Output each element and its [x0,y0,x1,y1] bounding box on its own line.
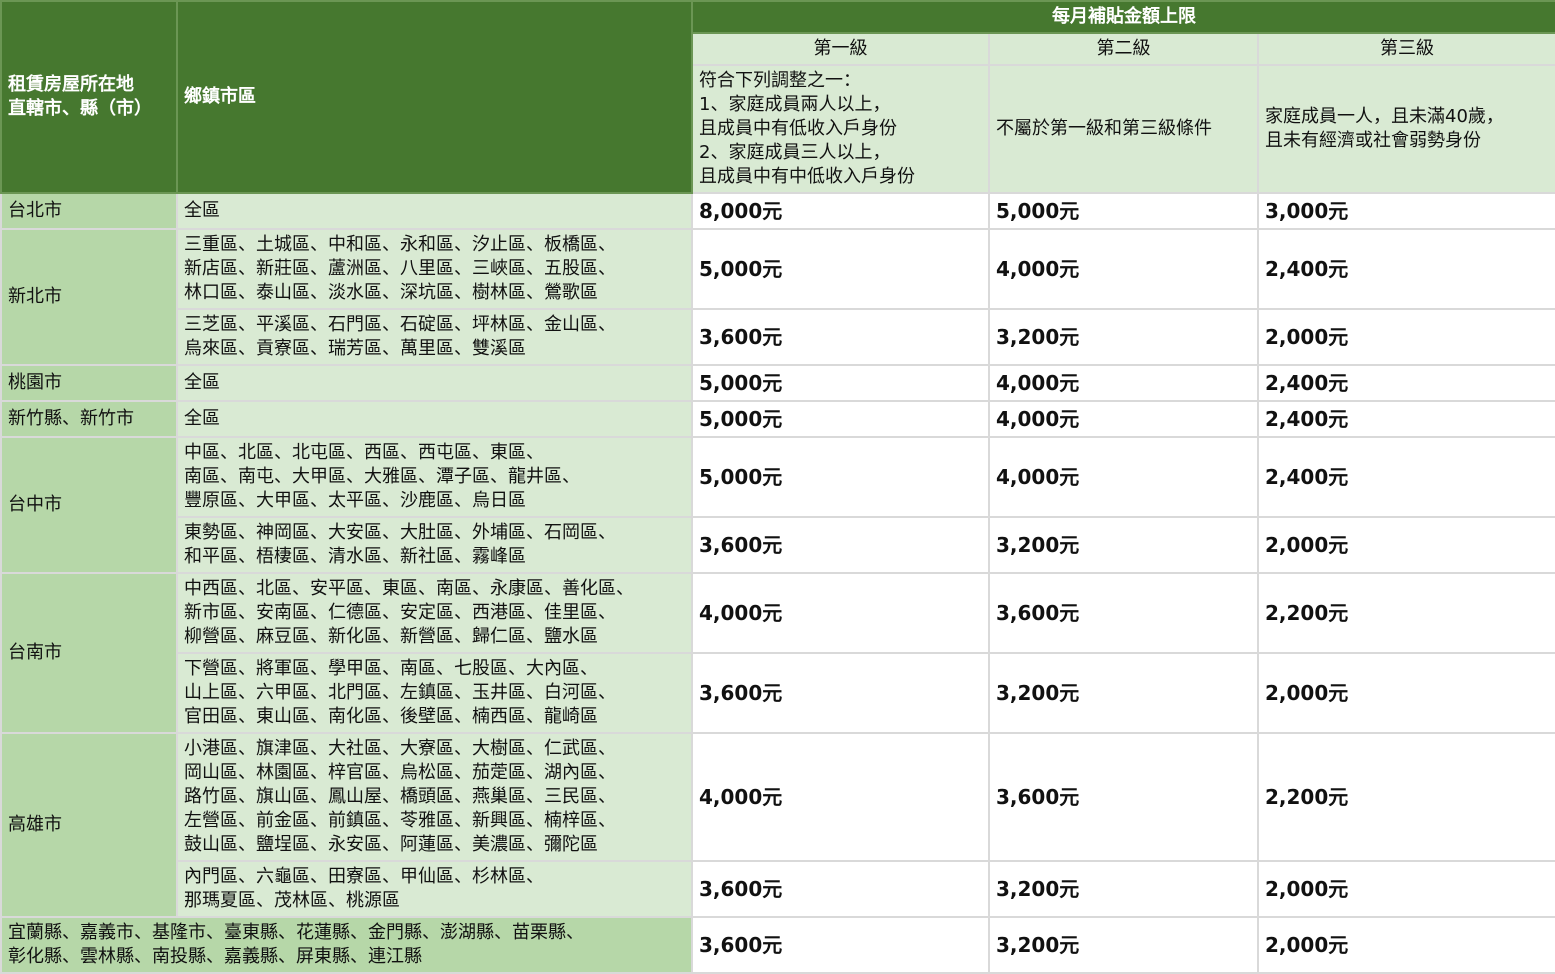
level-1-amount: 3,600元 [691,516,990,574]
level-2-amount: 4,000元 [988,364,1259,402]
rent-subsidy-table: 租賃房屋所在地 直轄市、縣（市） 鄉鎮市區 每月補貼金額上限 第一級 第二級 第… [0,0,1555,974]
level-1-amount: 3,600元 [691,308,990,366]
district-text: 小港區、旗津區、大社區、大寮區、大樹區、仁武區、 岡山區、林園區、梓官區、烏松區… [184,738,616,855]
level-3-desc-text: 家庭成員一人，且未滿40歲， 且未有經濟或社會弱勢身份 [1265,106,1504,151]
header-level-3: 第三級 [1256,32,1555,66]
district-text: 三芝區、平溪區、石門區、石碇區、坪林區、金山區、 烏來區、貢寮區、瑞芳區、萬里區… [184,314,616,359]
district-cell: 東勢區、神岡區、大安區、大肚區、外埔區、石岡區、 和平區、梧棲區、清水區、新社區… [176,516,693,574]
district-cell: 內門區、六龜區、田寮區、甲仙區、杉林區、 那瑪夏區、茂林區、桃源區 [176,860,693,918]
level-3-amount: 2,400元 [1256,400,1555,438]
level-1-amount: 5,000元 [691,400,990,438]
district-cell: 下營區、將軍區、學甲區、南區、七股區、大內區、 山上區、六甲區、北門區、左鎮區、… [176,652,693,734]
district-cell: 全區 [176,192,693,230]
level-1-amount: 3,600元 [691,916,990,974]
level-3-amount: 2,000元 [1256,860,1555,918]
level-1-desc-text: 符合下列調整之一： 1、家庭成員兩人以上， 且成員中有低收入戶身份 2、家庭成員… [699,70,915,187]
level-3-amount: 2,000元 [1256,652,1555,734]
city-cell: 台中市 [0,436,178,574]
level-3-amount: 2,000元 [1256,308,1555,366]
level-2-amount: 3,200元 [988,916,1259,974]
table-row: 三芝區、平溪區、石門區、石碇區、坪林區、金山區、 烏來區、貢寮區、瑞芳區、萬里區… [1,308,1555,366]
district-text: 中區、北區、北屯區、西區、西屯區、東區、 南區、南屯、大甲區、大雅區、潭子區、龍… [184,442,580,511]
level-2-amount: 3,200元 [988,308,1259,366]
level-1-amount: 5,000元 [691,436,990,518]
table-row: 新北市 三重區、土城區、中和區、永和區、汐止區、板橋區、 新店區、新莊區、蘆洲區… [0,228,1555,366]
district-text: 下營區、將軍區、學甲區、南區、七股區、大內區、 山上區、六甲區、北門區、左鎮區、… [184,658,616,727]
level-2-amount: 3,200元 [988,652,1259,734]
table-row: 下營區、將軍區、學甲區、南區、七股區、大內區、 山上區、六甲區、北門區、左鎮區、… [1,652,1555,734]
district-text: 內門區、六龜區、田寮區、甲仙區、杉林區、 那瑪夏區、茂林區、桃源區 [184,866,544,911]
district-text: 三重區、土城區、中和區、永和區、汐止區、板橋區、 新店區、新莊區、蘆洲區、八里區… [184,234,616,303]
level-3-desc: 家庭成員一人，且未滿40歲， 且未有經濟或社會弱勢身份 [1256,64,1555,194]
level-3-amount: 2,200元 [1256,572,1555,654]
district-cell: 全區 [176,400,693,438]
level-2-amount: 4,000元 [988,228,1259,310]
level-2-amount: 3,200元 [988,516,1259,574]
header-location-text: 租賃房屋所在地 直轄市、縣（市） [8,74,152,119]
table-row: 東勢區、神岡區、大安區、大肚區、外埔區、石岡區、 和平區、梧棲區、清水區、新社區… [1,516,1555,574]
level-1-amount: 3,600元 [691,860,990,918]
table-row: 宜蘭縣、嘉義市、基隆市、臺東縣、花蓮縣、金門縣、澎湖縣、苗栗縣、 彰化縣、雲林縣… [0,916,1555,974]
table-row: 台中市 中區、北區、北屯區、西區、西屯區、東區、 南區、南屯、大甲區、大雅區、潭… [0,436,1555,574]
table-row: 高雄市 小港區、旗津區、大社區、大寮區、大樹區、仁武區、 岡山區、林園區、梓官區… [0,732,1555,918]
district-cell: 三芝區、平溪區、石門區、石碇區、坪林區、金山區、 烏來區、貢寮區、瑞芳區、萬里區… [176,308,693,366]
level-2-amount: 3,600元 [988,732,1259,862]
header-group-title: 每月補貼金額上限 [690,0,1555,34]
counties-text: 宜蘭縣、嘉義市、基隆市、臺東縣、花蓮縣、金門縣、澎湖縣、苗栗縣、 彰化縣、雲林縣… [8,922,584,967]
level-1-amount: 4,000元 [691,732,990,862]
district-text: 中西區、北區、安平區、東區、南區、永康區、善化區、 新市區、安南區、仁德區、安定… [184,578,634,647]
district-cell: 中區、北區、北屯區、西區、西屯區、東區、 南區、南屯、大甲區、大雅區、潭子區、龍… [176,436,693,518]
level-3-amount: 3,000元 [1256,192,1555,230]
table-row: 桃園市 全區 5,000元 4,000元 2,400元 [0,364,1555,402]
level-2-amount: 4,000元 [988,436,1259,518]
level-2-amount: 3,200元 [988,860,1259,918]
header-level-1: 第一級 [691,32,990,66]
level-3-amount: 2,400元 [1256,228,1555,310]
city-cell: 台北市 [0,192,178,230]
header-location: 租賃房屋所在地 直轄市、縣（市） [0,0,178,194]
level-1-amount: 4,000元 [691,572,990,654]
level-1-amount: 8,000元 [691,192,990,230]
district-text: 東勢區、神岡區、大安區、大肚區、外埔區、石岡區、 和平區、梧棲區、清水區、新社區… [184,522,616,567]
level-1-desc: 符合下列調整之一： 1、家庭成員兩人以上， 且成員中有低收入戶身份 2、家庭成員… [691,64,990,194]
level-3-amount: 2,400元 [1256,364,1555,402]
city-cell: 高雄市 [0,732,178,918]
header-level-2: 第二級 [988,32,1259,66]
level-2-desc: 不屬於第一級和第三級條件 [988,64,1259,194]
table-row: 內門區、六龜區、田寮區、甲仙區、杉林區、 那瑪夏區、茂林區、桃源區 3,600元… [1,860,1555,918]
district-cell: 三重區、土城區、中和區、永和區、汐止區、板橋區、 新店區、新莊區、蘆洲區、八里區… [176,228,693,310]
city-cell: 新竹縣、新竹市 [0,400,178,438]
city-cell: 桃園市 [0,364,178,402]
level-2-amount: 4,000元 [988,400,1259,438]
city-cell: 新北市 [0,228,178,366]
level-2-amount: 3,600元 [988,572,1259,654]
district-cell: 全區 [176,364,693,402]
table-row: 台北市 全區 8,000元 5,000元 3,000元 [0,192,1555,230]
level-2-desc-text: 不屬於第一級和第三級條件 [996,118,1212,139]
city-cell-merged: 宜蘭縣、嘉義市、基隆市、臺東縣、花蓮縣、金門縣、澎湖縣、苗栗縣、 彰化縣、雲林縣… [0,916,693,974]
district-cell: 中西區、北區、安平區、東區、南區、永康區、善化區、 新市區、安南區、仁德區、安定… [176,572,693,654]
table-row: 台南市 中西區、北區、安平區、東區、南區、永康區、善化區、 新市區、安南區、仁德… [0,572,1555,734]
level-3-amount: 2,000元 [1256,516,1555,574]
level-1-amount: 5,000元 [691,364,990,402]
level-1-amount: 3,600元 [691,652,990,734]
city-cell: 台南市 [0,572,178,734]
table-row: 新竹縣、新竹市 全區 5,000元 4,000元 2,400元 [0,400,1555,438]
level-3-amount: 2,400元 [1256,436,1555,518]
level-3-amount: 2,000元 [1256,916,1555,974]
district-cell: 小港區、旗津區、大社區、大寮區、大樹區、仁武區、 岡山區、林園區、梓官區、烏松區… [176,732,693,862]
level-1-amount: 5,000元 [691,228,990,310]
level-2-amount: 5,000元 [988,192,1259,230]
level-3-amount: 2,200元 [1256,732,1555,862]
header-district: 鄉鎮市區 [176,0,693,194]
